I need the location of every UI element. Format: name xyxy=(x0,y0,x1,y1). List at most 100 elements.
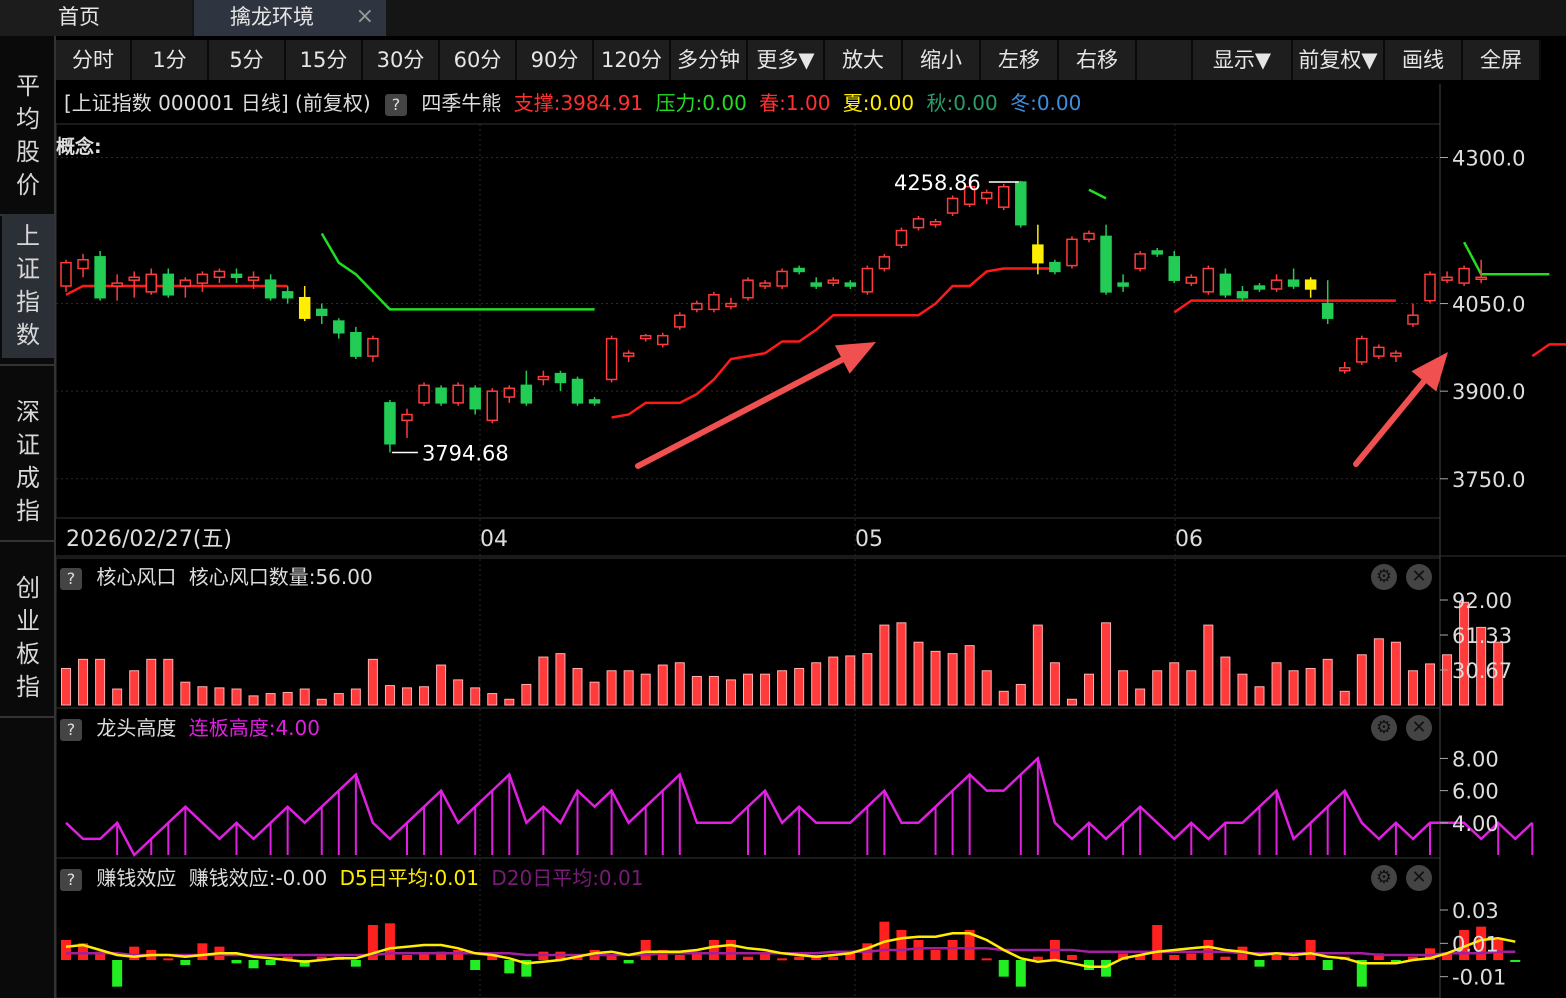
panel-frame xyxy=(55,857,1441,998)
candle-body xyxy=(1219,273,1232,296)
wind-bar xyxy=(1032,624,1043,706)
candle-body xyxy=(1236,291,1249,299)
candle-body xyxy=(316,308,328,316)
wind-bar xyxy=(1220,656,1231,706)
wind-bar xyxy=(367,658,378,706)
money-bar xyxy=(231,960,242,964)
money-bar xyxy=(1169,955,1180,960)
candle-body xyxy=(691,302,703,311)
money-bar xyxy=(265,960,276,965)
money-bar xyxy=(998,960,1009,977)
wind-bar xyxy=(1169,662,1180,706)
wind-bar xyxy=(1254,686,1265,706)
candle-body xyxy=(1015,181,1027,226)
money-bar xyxy=(1254,960,1265,967)
candle-body xyxy=(145,273,157,293)
wind-bar xyxy=(1271,662,1282,706)
wind-bar xyxy=(112,688,123,706)
wind-bar xyxy=(1084,673,1094,706)
date-tick-label: 04 xyxy=(480,527,508,552)
wind-bar xyxy=(930,650,941,706)
wind-bar xyxy=(743,673,753,706)
money-bar xyxy=(504,960,515,974)
money-bar xyxy=(1186,953,1197,960)
candle-body xyxy=(605,337,618,381)
wind-bar xyxy=(1442,654,1453,706)
candle-body xyxy=(1151,250,1163,255)
candle-body xyxy=(657,334,669,346)
wind-bar xyxy=(1237,673,1248,706)
money-bar xyxy=(777,958,788,961)
d5-line xyxy=(65,932,1516,968)
candle-body xyxy=(94,256,106,299)
wind-bar xyxy=(708,675,719,706)
panel3-tick-label: -0.01 xyxy=(1452,966,1506,990)
candle-body xyxy=(1475,276,1487,281)
candle-body xyxy=(469,387,481,410)
money-bar xyxy=(930,950,941,960)
candle-body xyxy=(503,387,516,398)
wind-bar xyxy=(674,662,685,706)
wind-bar xyxy=(1118,670,1129,706)
candle-body xyxy=(1304,279,1317,290)
panel2-tick-label: 6.00 xyxy=(1452,780,1499,804)
wind-bar xyxy=(1101,622,1112,706)
wind-bar xyxy=(436,664,447,706)
candle-body xyxy=(1202,267,1215,293)
candle-body xyxy=(537,375,550,381)
wind-bar xyxy=(129,670,140,706)
money-bar xyxy=(1305,940,1316,960)
wind-bar xyxy=(623,670,634,706)
wind-bar xyxy=(214,687,225,706)
candle-body xyxy=(1424,273,1436,302)
wind-bar xyxy=(589,681,600,706)
wind-bar xyxy=(794,667,805,706)
candle-body xyxy=(554,372,567,384)
wind-bar xyxy=(640,673,651,706)
wind-bar xyxy=(1356,654,1367,706)
candle-body xyxy=(298,296,311,319)
wind-bar xyxy=(657,664,668,706)
candle-body xyxy=(230,273,243,279)
candle-body xyxy=(878,256,891,270)
money-bar xyxy=(1322,960,1333,970)
candle-body xyxy=(1321,302,1334,319)
candle-body xyxy=(1185,276,1198,284)
wind-bar xyxy=(998,690,1009,706)
candle-body xyxy=(588,399,601,404)
wind-bar xyxy=(146,658,157,706)
candle-body xyxy=(946,197,959,214)
candle-body xyxy=(486,390,498,422)
wind-bar xyxy=(1390,641,1401,706)
candle-body xyxy=(350,332,362,357)
candle-body xyxy=(1253,285,1266,290)
candle-body xyxy=(435,387,447,404)
wind-bar xyxy=(896,622,907,706)
money-bar xyxy=(623,960,634,964)
kline-chart-area[interactable]: 4258.86 3794.68 4300.0 4050.0 3900.0 3750.0 2… xyxy=(0,0,1566,998)
money-bar xyxy=(1220,956,1231,960)
money-bar xyxy=(1203,940,1214,960)
money-bar xyxy=(350,960,361,967)
money-bar xyxy=(1101,960,1112,977)
wind-bar xyxy=(504,698,515,706)
panel-frame xyxy=(55,123,1441,519)
candle-body xyxy=(1134,253,1146,270)
wind-bar xyxy=(350,688,361,706)
wind-bar xyxy=(1339,690,1350,706)
wind-bar xyxy=(384,685,395,706)
panel1-tick-label: 92.00 xyxy=(1452,589,1512,613)
wind-bar xyxy=(265,693,276,706)
money-bar xyxy=(163,958,174,961)
money-bar xyxy=(896,930,907,960)
candle-body xyxy=(384,402,396,445)
candle-body xyxy=(1339,367,1351,372)
wind-bar xyxy=(61,667,71,706)
money-bar xyxy=(1271,955,1282,960)
wind-bar xyxy=(1203,624,1214,706)
wind-bar xyxy=(1425,663,1435,706)
candle-body xyxy=(1458,267,1470,284)
date-tick-label: 2026/02/27(五) xyxy=(66,527,232,552)
money-bar xyxy=(453,950,464,960)
candle-body xyxy=(810,282,822,287)
